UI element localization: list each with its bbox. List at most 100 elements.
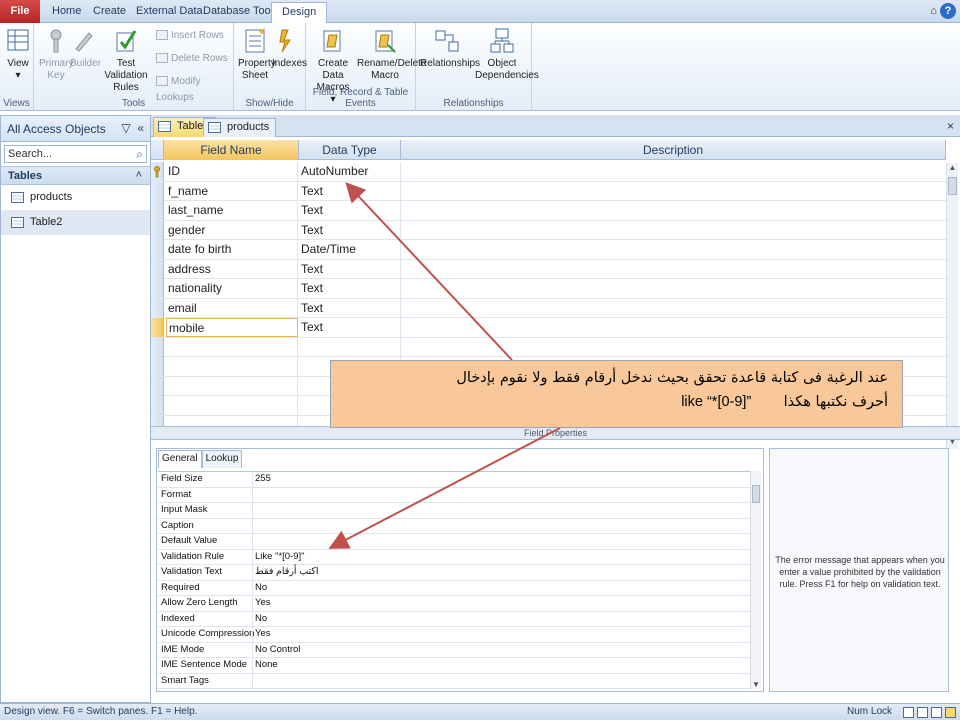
field-name-cell[interactable] [166, 337, 298, 357]
design-view-icon[interactable] [945, 706, 956, 718]
table-row[interactable]: date fo birth Date/Time [151, 240, 946, 260]
view-button[interactable]: View ▾ [4, 27, 32, 82]
description-cell[interactable] [401, 182, 946, 201]
data-type-cell[interactable]: Text [301, 201, 401, 220]
properties-scrollbar[interactable]: ▼ [750, 471, 761, 689]
property-row[interactable]: Field Size 255 [158, 472, 752, 488]
property-row[interactable]: IME Mode No Control [158, 642, 752, 658]
nav-search-input[interactable]: Search... ⌕ [4, 145, 147, 163]
table-row[interactable]: nationality Text [151, 279, 946, 299]
data-type-cell[interactable]: Date/Time [301, 240, 401, 259]
row-selector[interactable] [151, 201, 164, 220]
property-row[interactable]: Smart Tags [158, 673, 752, 689]
data-type-cell[interactable] [301, 337, 401, 357]
delete-rows-button[interactable]: Delete Rows [156, 51, 228, 67]
close-icon[interactable]: × [947, 119, 954, 133]
property-row[interactable]: Default Value [158, 534, 752, 550]
doc-tab-products[interactable]: products [203, 118, 277, 137]
row-selector[interactable] [151, 298, 164, 318]
builder-button[interactable]: Builder [70, 27, 101, 70]
description-cell[interactable] [401, 260, 946, 279]
row-selector[interactable] [151, 318, 164, 337]
field-properties-splitter[interactable]: Field Properties [151, 426, 960, 440]
insert-rows-button[interactable]: Insert Rows [156, 28, 224, 44]
property-row[interactable]: Indexed No [158, 611, 752, 627]
row-selector[interactable] [151, 259, 164, 279]
field-name-cell[interactable]: email [166, 298, 298, 318]
property-value[interactable]: No [255, 582, 267, 593]
row-selector[interactable] [151, 396, 164, 415]
table-row[interactable]: f_name Text [151, 181, 946, 201]
nav-item-table2[interactable]: Table2 [1, 210, 150, 235]
field-name-cell[interactable]: nationality [166, 279, 298, 298]
data-type-cell[interactable]: Text [301, 220, 401, 240]
scroll-thumb[interactable] [752, 485, 760, 503]
property-sheet-button[interactable]: Property Sheet [238, 27, 276, 82]
field-name-cell[interactable]: date fo birth [166, 240, 298, 259]
field-name-cell[interactable] [166, 357, 298, 376]
field-name-cell[interactable]: last_name [166, 201, 298, 220]
row-selector[interactable] [151, 357, 164, 376]
datasheet-view-icon[interactable] [903, 706, 914, 718]
data-type-cell[interactable]: AutoNumber [301, 162, 401, 181]
field-name-cell[interactable]: address [166, 259, 298, 279]
field-name-cell[interactable] [166, 396, 298, 415]
table-row[interactable]: gender Text [151, 220, 946, 240]
description-cell[interactable] [401, 318, 946, 337]
property-row[interactable]: Validation Rule Like "*[0-9]" [158, 549, 752, 565]
property-value[interactable]: Yes [255, 597, 271, 608]
nav-section-tables[interactable]: Tables ˄ [1, 166, 150, 185]
field-name-cell[interactable]: f_name [166, 181, 298, 201]
property-row[interactable]: Allow Zero Length Yes [158, 596, 752, 612]
primary-key-button[interactable]: Primary Key [38, 27, 74, 82]
field-name-cell[interactable]: gender [166, 220, 298, 240]
field-name-cell[interactable]: ID [166, 162, 298, 181]
description-cell[interactable] [401, 162, 946, 181]
scroll-thumb[interactable] [948, 177, 957, 195]
row-selector[interactable] [151, 240, 164, 259]
field-name-cell[interactable] [166, 376, 298, 396]
table-row[interactable]: address Text [151, 259, 946, 279]
data-type-cell[interactable]: Text [301, 181, 401, 201]
table-row[interactable]: email Text [151, 298, 946, 318]
relationships-button[interactable]: Relationships [420, 27, 480, 70]
grid-scrollbar[interactable]: ▲ ▼ [946, 163, 958, 449]
tab-general[interactable]: General [158, 450, 202, 468]
property-row[interactable]: Input Mask [158, 503, 752, 519]
property-row[interactable]: IME Sentence Mode None [158, 658, 752, 674]
property-value[interactable]: Yes [255, 628, 271, 639]
nav-header[interactable]: All Access Objects ▽ « [1, 116, 150, 142]
nav-menu-icon[interactable]: ▽ [121, 121, 130, 135]
select-all-header[interactable] [151, 140, 164, 160]
object-dependencies-button[interactable]: Object Dependencies [474, 27, 539, 82]
pivot-chart-view-icon[interactable] [931, 706, 942, 718]
property-row[interactable]: Required No [158, 580, 752, 596]
field-name-cell[interactable]: mobile [166, 318, 298, 337]
tab-design[interactable]: Design [271, 2, 328, 24]
property-row[interactable]: Caption [158, 518, 752, 534]
property-row[interactable]: Validation Text اكتب أرقام فقط [158, 565, 752, 581]
data-type-cell[interactable]: Text [301, 298, 401, 318]
help-icon[interactable]: ? [940, 3, 956, 19]
modify-lookups-button[interactable]: Modify Lookups [156, 74, 233, 103]
data-type-cell[interactable]: Text [301, 279, 401, 298]
property-row[interactable]: Unicode Compression Yes [158, 627, 752, 643]
row-selector[interactable] [151, 162, 164, 181]
row-selector[interactable] [151, 181, 164, 201]
scroll-down-icon[interactable]: ▼ [751, 680, 761, 689]
property-value[interactable]: اكتب أرقام فقط [255, 566, 319, 577]
property-value[interactable]: None [255, 659, 278, 670]
description-cell[interactable] [401, 201, 946, 220]
description-cell[interactable] [401, 279, 946, 298]
property-value[interactable]: Like "*[0-9]" [255, 551, 305, 562]
property-value[interactable]: 255 [255, 473, 271, 484]
property-value[interactable]: No Control [255, 644, 300, 655]
description-cell[interactable] [401, 299, 946, 318]
description-cell[interactable] [401, 338, 946, 357]
description-cell[interactable] [401, 240, 946, 259]
data-type-cell[interactable]: Text [301, 259, 401, 279]
nav-item-products[interactable]: products [1, 185, 150, 210]
rename-delete-macro-button[interactable]: Rename/Delete Macro [356, 27, 426, 82]
test-validation-rules-button[interactable]: Test Validation Rules [98, 27, 154, 94]
property-row[interactable]: Format [158, 487, 752, 503]
